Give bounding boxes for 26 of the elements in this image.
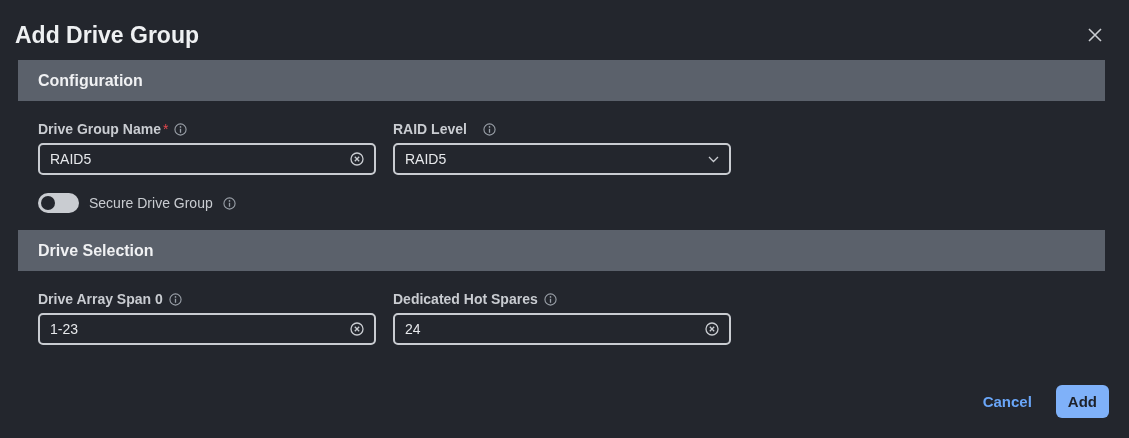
cancel-link[interactable]: Cancel [970, 385, 1044, 418]
input-field[interactable]: RAID5 [38, 143, 376, 175]
info-icon[interactable] [168, 292, 182, 306]
clear-icon[interactable] [350, 152, 364, 166]
chevron-down-icon [708, 155, 719, 163]
field-label: RAID Level [393, 121, 467, 137]
info-icon[interactable] [174, 122, 188, 136]
toggle-label: Secure Drive Group [89, 195, 213, 211]
input-field[interactable]: 24 [393, 313, 731, 345]
field-label: Dedicated Hot Spares [393, 291, 538, 307]
clear-icon[interactable] [705, 322, 719, 336]
section-title: Drive Selection [38, 241, 154, 260]
close-icon[interactable] [1087, 27, 1103, 43]
clear-icon[interactable] [350, 322, 364, 336]
info-icon[interactable] [543, 292, 557, 306]
section-title: Configuration [38, 71, 143, 90]
add-button[interactable]: Add [1055, 385, 1109, 418]
dropdown[interactable]: RAID5 [393, 143, 731, 175]
field-label: Drive Array Span 0 [38, 291, 163, 307]
dialog-title: Add Drive Group [15, 21, 199, 49]
info-icon[interactable] [222, 196, 236, 210]
info-icon[interactable] [482, 122, 496, 136]
toggle-switch[interactable] [38, 193, 79, 213]
required-mark: * [162, 121, 169, 137]
input-field[interactable]: 1-23 [38, 313, 376, 345]
field-label: Drive Group Name [38, 121, 161, 137]
